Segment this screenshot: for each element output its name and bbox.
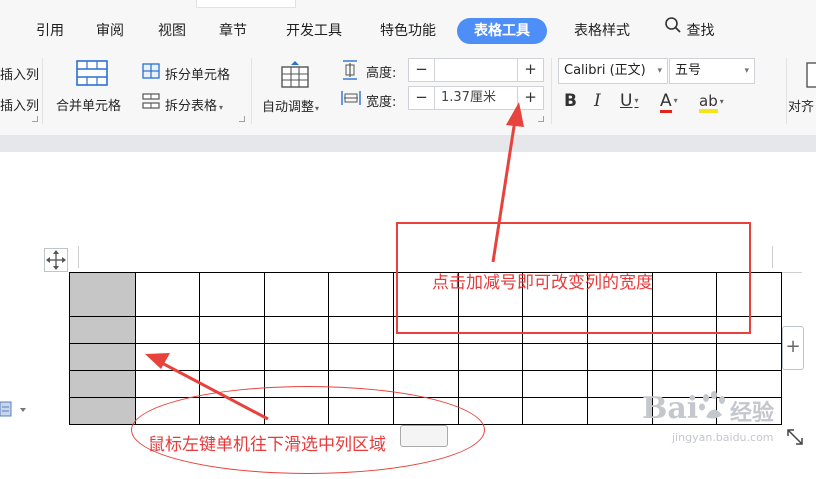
paw-icon <box>698 391 728 425</box>
watermark-url: jingyan.baidu.com <box>672 431 774 444</box>
watermark-jingyan-text: 经验 <box>730 401 775 426</box>
arrowhead-up <box>506 102 524 127</box>
arrow-to-width-plus <box>491 119 517 263</box>
arrow-to-selected-column <box>159 360 269 421</box>
watermark-brand-text: Bai <box>642 391 699 426</box>
app-window: 引用 审阅 视图 章节 开发工具 特色功能 表格工具 表格样式 查找 插入列 插… <box>0 0 816 479</box>
